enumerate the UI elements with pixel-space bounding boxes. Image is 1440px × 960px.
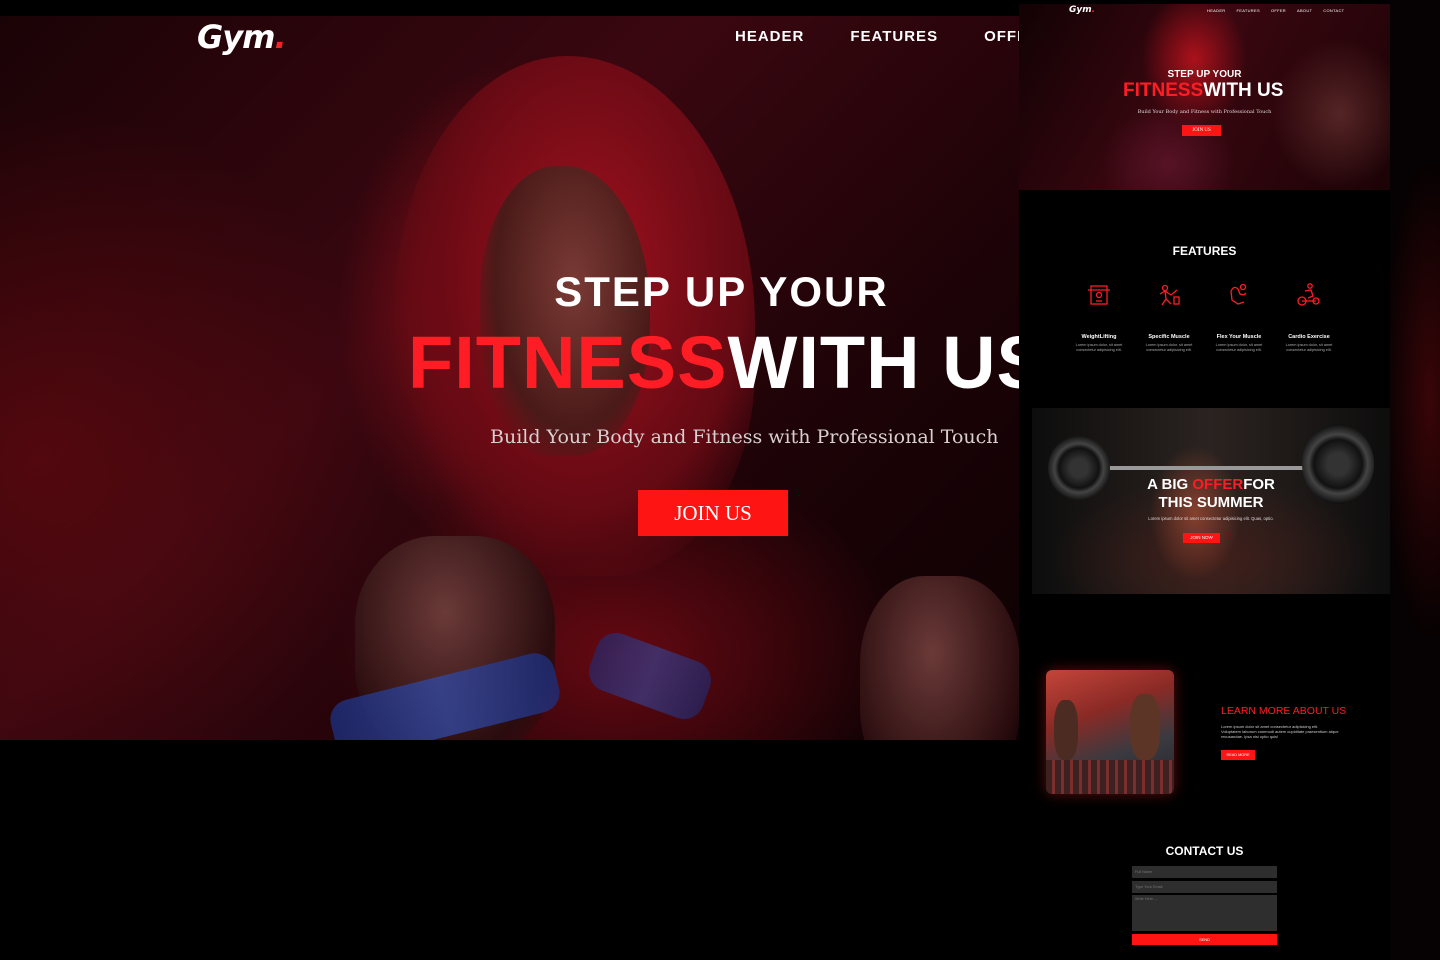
preview-nav-header[interactable]: HEADER (1207, 8, 1225, 13)
preview-hero: Gym. HEADER FEATURES OFFER ABOUT CONTACT… (1019, 4, 1390, 190)
offer-line-1: A BIG OFFERFOR (1032, 476, 1390, 493)
flex-arm-icon (1230, 283, 1247, 305)
preview-hero-line-2-white: WITH US (1203, 80, 1284, 101)
join-us-button[interactable]: JOIN US (638, 490, 788, 536)
features-title: FEATURES (1172, 244, 1237, 258)
preview-logo-text: Gym (1069, 5, 1092, 15)
feature-name: Specific Muscle (1148, 334, 1190, 340)
message-input[interactable] (1132, 895, 1277, 931)
about-text: Lorem ipsum dolor sit amet consectetur a… (1221, 724, 1339, 739)
preview-nav-offer[interactable]: OFFER (1271, 8, 1286, 13)
offer-section: A BIG OFFERFOR THIS SUMMER Lorem ipsum d… (1032, 408, 1390, 594)
feature-name: Cardio Exercise (1288, 334, 1330, 340)
offer-line-2: THIS SUMMER (1158, 494, 1264, 511)
preview-nav-about[interactable]: ABOUT (1297, 8, 1312, 13)
preview-hero-subtitle: Build Your Body and Fitness with Profess… (1137, 109, 1272, 115)
preview-logo[interactable]: Gym. (1069, 5, 1095, 15)
hero-subtitle: Build Your Body and Fitness with Profess… (490, 426, 999, 448)
feature-desc: Lorem ipsum dolor, sit amet consectetur … (1145, 343, 1193, 352)
background-edge (1390, 0, 1440, 960)
preview-nav-contact[interactable]: CONTACT (1323, 8, 1344, 13)
hero-line-1: STEP UP YOUR (554, 268, 889, 315)
feature-card: Flex Your Muscle Lorem ipsum dolor, sit … (1209, 282, 1269, 353)
page-preview: Gym. HEADER FEATURES OFFER ABOUT CONTACT… (1019, 4, 1390, 960)
hero-line-2-red: FITNESS (408, 321, 728, 404)
preview-hero-line-1: STEP UP YOUR (1167, 69, 1242, 80)
preview-hero-line-2-red: FITNESS (1123, 80, 1204, 101)
hero-line-2-white: WITH US (727, 321, 1019, 404)
about-image (1046, 670, 1174, 794)
offer-line-1-pre: A BIG (1147, 476, 1193, 493)
feature-name: WeightLifting (1081, 334, 1117, 340)
muscle-training-icon (1159, 284, 1180, 306)
email-input[interactable] (1132, 881, 1277, 893)
offer-text: Lorem ipsum dolor sit amet consectetur a… (1148, 516, 1274, 521)
athlete-figure (1130, 694, 1160, 760)
offer-line-1-post: FOR (1243, 476, 1275, 493)
exercise-bike-icon (1297, 283, 1320, 306)
feature-card: WeightLifting Lorem ipsum dolor, sit ame… (1069, 282, 1129, 353)
preview-nav: HEADER FEATURES OFFER ABOUT CONTACT (1207, 8, 1344, 13)
preview-logo-dot: . (1091, 5, 1096, 15)
hero-line-2: FITNESSWITH US (408, 320, 1019, 405)
dumbbell-rack (1046, 760, 1174, 794)
feature-desc: Lorem ipsum dolor, sit amet consectetur … (1075, 343, 1123, 352)
join-now-button[interactable]: JOIN NOW (1183, 533, 1220, 543)
athlete-figure (1054, 700, 1078, 760)
preview-nav-features[interactable]: FEATURES (1236, 8, 1259, 13)
offer-line-1-red: OFFER (1192, 476, 1244, 493)
about-title: LEARN MORE ABOUT US (1221, 705, 1347, 717)
preview-join-us-button[interactable]: JOIN US (1182, 125, 1221, 136)
feature-name: Flex Your Muscle (1216, 334, 1262, 340)
weightlifting-icon (1088, 285, 1110, 305)
preview-hero-line-2: FITNESSWITH US (1123, 80, 1283, 102)
feature-desc: Lorem ipsum dolor, sit amet consectetur … (1285, 343, 1333, 352)
hero-content: STEP UP YOUR FITNESSWITH US Build Your B… (0, 16, 1019, 740)
contact-title: CONTACT US (1165, 844, 1244, 858)
send-button[interactable]: SEND (1132, 934, 1277, 945)
feature-card: Cardio Exercise Lorem ipsum dolor, sit a… (1279, 282, 1339, 353)
full-name-input[interactable] (1132, 866, 1277, 878)
feature-card: Specific Muscle Lorem ipsum dolor, sit a… (1139, 282, 1199, 353)
read-more-button[interactable]: READ MORE (1221, 750, 1255, 760)
feature-desc: Lorem ipsum dolor, sit amet consectetur … (1215, 343, 1263, 352)
